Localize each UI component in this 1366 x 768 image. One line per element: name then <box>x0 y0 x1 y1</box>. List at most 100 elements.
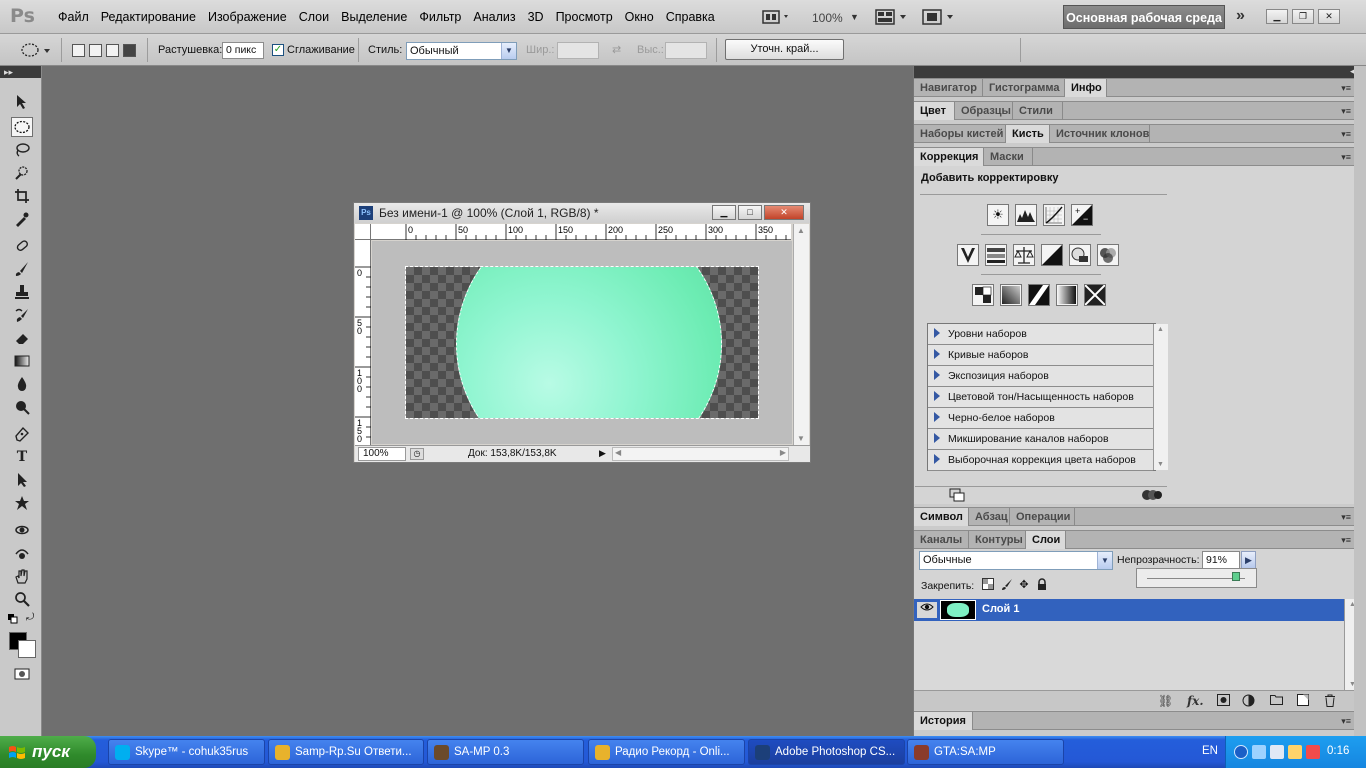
tab-group5-2[interactable]: Операции <box>1010 508 1075 526</box>
document-window[interactable]: Ps Без имени-1 @ 100% (Слой 1, RGB/8) * … <box>353 202 811 463</box>
move-tool-icon[interactable] <box>11 92 33 112</box>
safely-remove-icon[interactable] <box>1270 745 1284 759</box>
document-vertical-scrollbar[interactable]: ▲ ▼ <box>793 224 809 445</box>
brightness-contrast-icon[interactable]: ☀ <box>987 204 1009 226</box>
bridge-icon[interactable] <box>762 8 790 26</box>
tab-group3-0[interactable]: Наборы кистей <box>914 125 1006 143</box>
tool-preset-icon[interactable] <box>20 42 50 58</box>
tab-group4-1[interactable]: Маски <box>984 148 1033 166</box>
tab-group3-1[interactable]: Кисть <box>1006 125 1050 143</box>
opacity-input[interactable]: 91% <box>1202 551 1240 569</box>
workspace-button[interactable]: Основная рабочая среда <box>1063 5 1225 29</box>
mask-options-icon[interactable] <box>1142 488 1162 505</box>
zoom-dropdown-icon[interactable]: ▼ <box>850 12 859 22</box>
new-adjustment-layer-icon[interactable] <box>1242 694 1255 710</box>
eyedropper-tool-icon[interactable] <box>11 209 33 229</box>
taskbar-task[interactable]: Радио Рекорд - Onli... <box>588 739 745 765</box>
expand-triangle-icon[interactable] <box>934 328 940 338</box>
panel-menu-icon[interactable]: ▾≡ <box>1341 129 1351 140</box>
menu-item-6[interactable]: Анализ <box>467 10 521 24</box>
green-ellipse-selection[interactable] <box>456 267 722 418</box>
tab-group5-0[interactable]: Символ <box>914 508 969 526</box>
ruler-origin[interactable] <box>355 224 371 240</box>
network-icon[interactable] <box>1252 745 1266 759</box>
horizontal-ruler[interactable]: 0 50 100 150 200 250 300 350 <box>371 224 791 240</box>
layers-list-empty-area[interactable] <box>914 621 1344 690</box>
channel-mixer-icon[interactable] <box>1097 244 1119 266</box>
expand-triangle-icon[interactable] <box>934 412 940 422</box>
type-tool-icon[interactable]: T <box>11 447 33 467</box>
tab-group3-2[interactable]: Источник клонов <box>1050 125 1150 143</box>
taskbar-task[interactable]: Samp-Rp.Su Ответи... <box>268 739 424 765</box>
language-indicator[interactable]: EN <box>1202 745 1218 757</box>
panel-menu-icon[interactable]: ▾≡ <box>1341 512 1351 523</box>
history-brush-icon[interactable] <box>11 305 33 325</box>
scroll-up-icon[interactable]: ▲ <box>797 226 805 235</box>
document-zoom-input[interactable]: 100% <box>358 447 406 461</box>
minimize-button[interactable]: ▁ <box>1266 9 1288 24</box>
pen-tool-icon[interactable] <box>11 424 33 444</box>
levels-icon[interactable] <box>1015 204 1037 226</box>
scroll-left-icon[interactable]: ◀ <box>615 448 621 457</box>
close-button[interactable]: ✕ <box>1318 9 1340 24</box>
panel-menu-icon[interactable]: ▾≡ <box>1341 535 1351 546</box>
tab-group6-0[interactable]: Каналы <box>914 531 969 549</box>
tab-group2-2[interactable]: Стили <box>1013 102 1063 120</box>
new-selection-icon[interactable] <box>72 44 85 57</box>
feather-input[interactable]: 0 пикс <box>222 42 264 59</box>
vertical-ruler[interactable]: 0 50 100 150 <box>355 240 371 445</box>
preset-item[interactable]: Цветовой тон/Насыщенность наборов <box>928 387 1153 408</box>
default-colors-icon[interactable] <box>8 614 18 624</box>
lock-position-icon[interactable]: ✥ <box>1017 578 1031 592</box>
elliptical-marquee-tool-icon[interactable] <box>11 117 33 137</box>
expand-triangle-icon[interactable] <box>934 454 940 464</box>
crop-tool-icon[interactable] <box>11 186 33 206</box>
gradient-tool-icon[interactable] <box>11 351 33 371</box>
more-workspaces-icon[interactable]: » <box>1236 7 1245 25</box>
exposure-icon[interactable]: + − <box>1071 204 1093 226</box>
presets-scrollbar[interactable]: ▲ ▼ <box>1153 324 1168 470</box>
menu-item-2[interactable]: Изображение <box>202 10 293 24</box>
panel-menu-icon[interactable]: ▾≡ <box>1341 106 1351 117</box>
status-menu-arrow-icon[interactable]: ▶ <box>599 448 606 459</box>
taskbar-task[interactable]: SA-MP 0.3 <box>427 739 584 765</box>
document-close-button[interactable]: ✕ <box>764 205 804 220</box>
menu-item-0[interactable]: Файл <box>52 10 95 24</box>
taskbar-task[interactable]: Adobe Photoshop CS... <box>748 739 905 765</box>
posterize-icon[interactable] <box>1000 284 1022 306</box>
menu-item-7[interactable]: 3D <box>522 10 550 24</box>
panels-collapse-bar[interactable]: ◂◂ <box>914 66 1366 78</box>
panel-menu-icon[interactable]: ▾≡ <box>1341 716 1351 727</box>
swap-colors-icon[interactable]: ⤾ <box>26 612 34 623</box>
selective-color-icon[interactable] <box>1084 284 1106 306</box>
expand-triangle-icon[interactable] <box>934 349 940 359</box>
threshold-icon[interactable] <box>1028 284 1050 306</box>
canvas-area[interactable] <box>372 241 792 444</box>
adjustment-presets-list[interactable]: Уровни наборов Кривые наборов Экспозиция н… <box>927 323 1168 471</box>
restore-button[interactable]: ❐ <box>1292 9 1314 24</box>
menu-item-9[interactable]: Окно <box>619 10 660 24</box>
image-canvas[interactable] <box>405 266 759 419</box>
menu-item-5[interactable]: Фильтр <box>413 10 467 24</box>
security-alert-icon[interactable] <box>1306 745 1320 759</box>
scroll-up-icon[interactable]: ▲ <box>1157 326 1164 333</box>
refine-edge-button[interactable]: Уточн. край... <box>725 39 844 60</box>
taskbar-task[interactable]: GTA:SA:MP <box>907 739 1064 765</box>
tab-group1-0[interactable]: Навигатор <box>914 79 983 97</box>
3d-orbit-tool-icon[interactable] <box>11 543 33 563</box>
lasso-tool-icon[interactable] <box>11 140 33 160</box>
toolbox-collapse-icon[interactable]: ▸▸ <box>0 66 41 78</box>
expand-triangle-icon[interactable] <box>934 433 940 443</box>
screen-mode-icon[interactable] <box>922 8 956 26</box>
expand-triangle-icon[interactable] <box>934 370 940 380</box>
opacity-slider-thumb[interactable] <box>1232 572 1241 581</box>
intersect-selection-icon[interactable] <box>123 44 136 57</box>
hand-tool-icon[interactable] <box>11 566 33 586</box>
link-layers-icon[interactable]: ⛓ <box>1158 694 1173 708</box>
blend-mode-select[interactable]: Обычные ▼ <box>919 551 1113 570</box>
new-layer-icon[interactable] <box>1297 694 1309 709</box>
tab-group1-2[interactable]: Инфо <box>1065 79 1107 97</box>
spot-healing-brush-icon[interactable] <box>11 236 33 256</box>
preset-item[interactable]: Уровни наборов <box>928 324 1153 345</box>
invert-icon[interactable] <box>972 284 994 306</box>
